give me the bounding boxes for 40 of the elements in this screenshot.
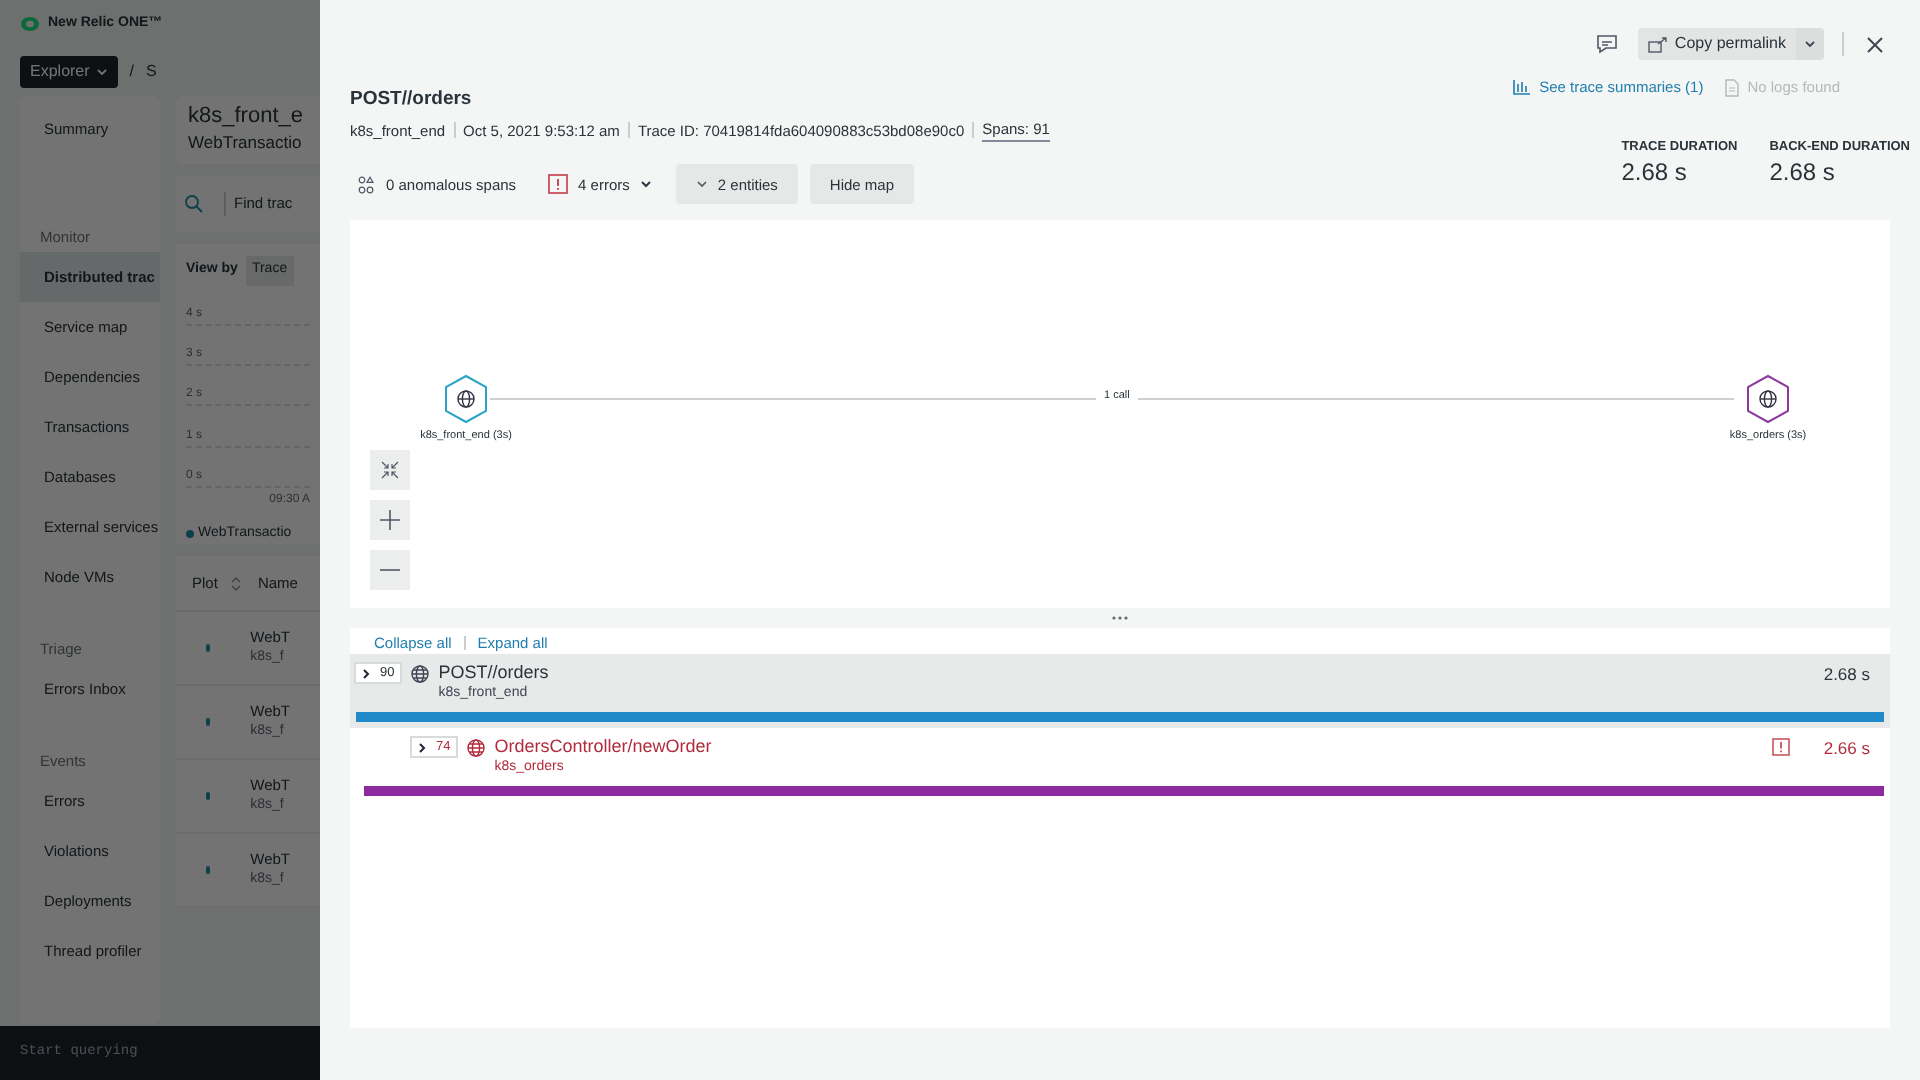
plus-icon [378,508,402,533]
document-icon [1723,77,1740,98]
span-name: OrdersController/newOrder [494,736,712,759]
chevron-down-icon [95,68,108,76]
trace-title: POST//orders [350,88,474,112]
globe-icon [466,738,487,759]
error-icon [548,174,569,195]
span-name: POST//orders [438,662,549,685]
chevron-down-icon [695,180,708,189]
copy-permalink-button[interactable]: Copy permalink [1638,28,1796,60]
chevron-right-icon [418,741,426,754]
feedback-icon[interactable] [1596,34,1619,54]
breadcrumb-separator: / [129,60,135,84]
close-icon [1865,35,1883,53]
sort-icon [229,575,242,591]
fit-view-button[interactable] [370,450,410,491]
permalink-menu-button[interactable] [1796,28,1824,60]
stat-value: 2.68 s [1769,158,1837,188]
search-icon [184,194,204,214]
chevron-down-icon [1804,40,1816,48]
entity-title: k8s_front_e [188,104,305,131]
anomaly-icon [358,175,376,194]
span-duration: 2.66 s [1823,736,1870,762]
bar-chart-icon [1511,78,1532,97]
chevron-right-icon [362,667,370,680]
chevron-down-icon [639,180,652,189]
drag-handle-icon[interactable] [1112,616,1128,621]
zoom-in-button[interactable] [370,500,410,541]
span-duration: 2.68 s [1823,662,1870,688]
close-button[interactable] [1862,32,1886,56]
collapse-arrows-icon [378,458,402,483]
logo-icon [20,16,40,32]
link-out-icon [1648,35,1669,53]
error-icon [1771,738,1790,757]
stat-value: 2.68 s [1621,158,1689,188]
breadcrumb-item: S [146,60,157,84]
entity-subtitle: WebTransactio [188,130,304,156]
explorer-dropdown[interactable]: Explorer [20,56,118,88]
zoom-out-button[interactable] [370,550,410,591]
globe-icon [410,664,431,685]
